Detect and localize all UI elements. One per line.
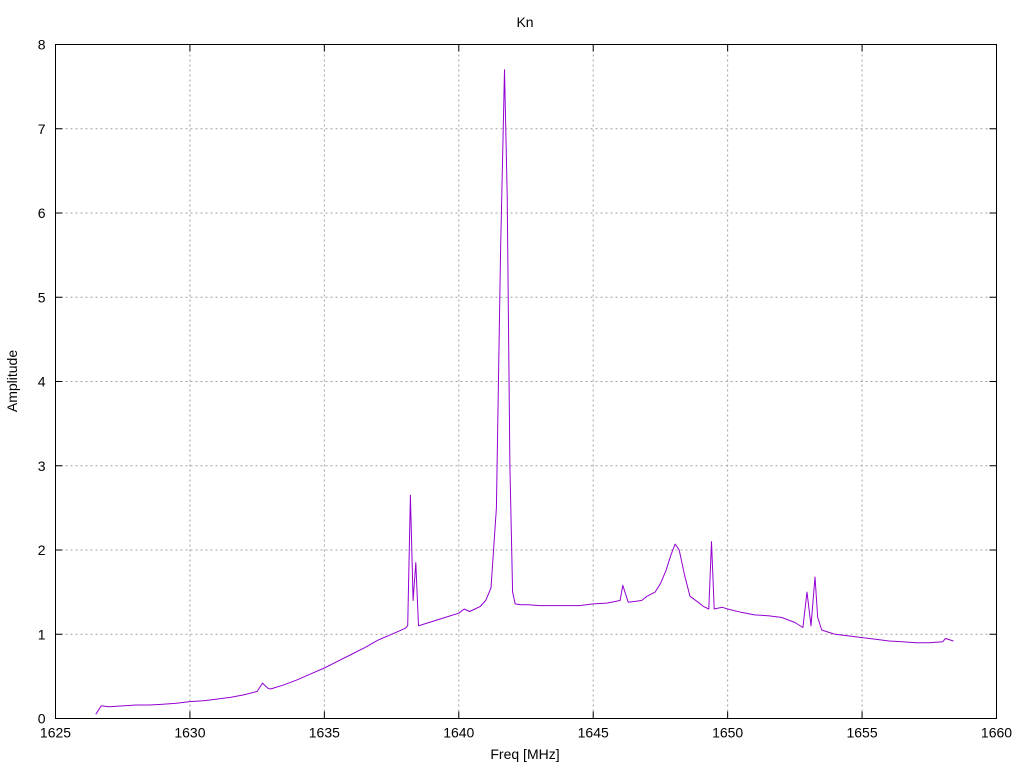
grid-layer xyxy=(55,44,997,719)
y-tick-label: 6 xyxy=(38,205,46,221)
amplitude-chart: Kn 1625 1630 1635 1640 1645 1650 1655 1660 0 1 2 3 4… xyxy=(4,14,1013,762)
x-tick-label: 1655 xyxy=(846,725,877,741)
x-tick-label: 1630 xyxy=(174,725,205,741)
x-axis-title: Freq [MHz] xyxy=(490,746,559,762)
chart-title: Kn xyxy=(516,14,533,30)
y-tick-label: 7 xyxy=(38,121,46,137)
y-tick-label: 8 xyxy=(38,37,46,53)
x-tick-label: 1640 xyxy=(443,725,474,741)
y-tick-label: 0 xyxy=(38,711,46,727)
amplitude-series-line xyxy=(95,69,954,715)
series-layer xyxy=(95,69,954,715)
y-tick-label: 2 xyxy=(38,542,46,558)
y-tick-label: 5 xyxy=(38,289,46,305)
y-tick-label: 4 xyxy=(38,374,46,390)
x-tick-label: 1650 xyxy=(712,725,743,741)
y-axis-title: Amplitude xyxy=(4,350,20,412)
tick-layer: 1625 1630 1635 1640 1645 1650 1655 1660 0 1 2 3 4 5 6 7… xyxy=(38,37,1013,741)
x-tick-label: 1635 xyxy=(309,725,340,741)
x-tick-label: 1660 xyxy=(981,725,1012,741)
y-tick-label: 1 xyxy=(38,626,46,642)
y-tick-label: 3 xyxy=(38,458,46,474)
x-tick-label: 1625 xyxy=(40,725,71,741)
x-tick-label: 1645 xyxy=(578,725,609,741)
